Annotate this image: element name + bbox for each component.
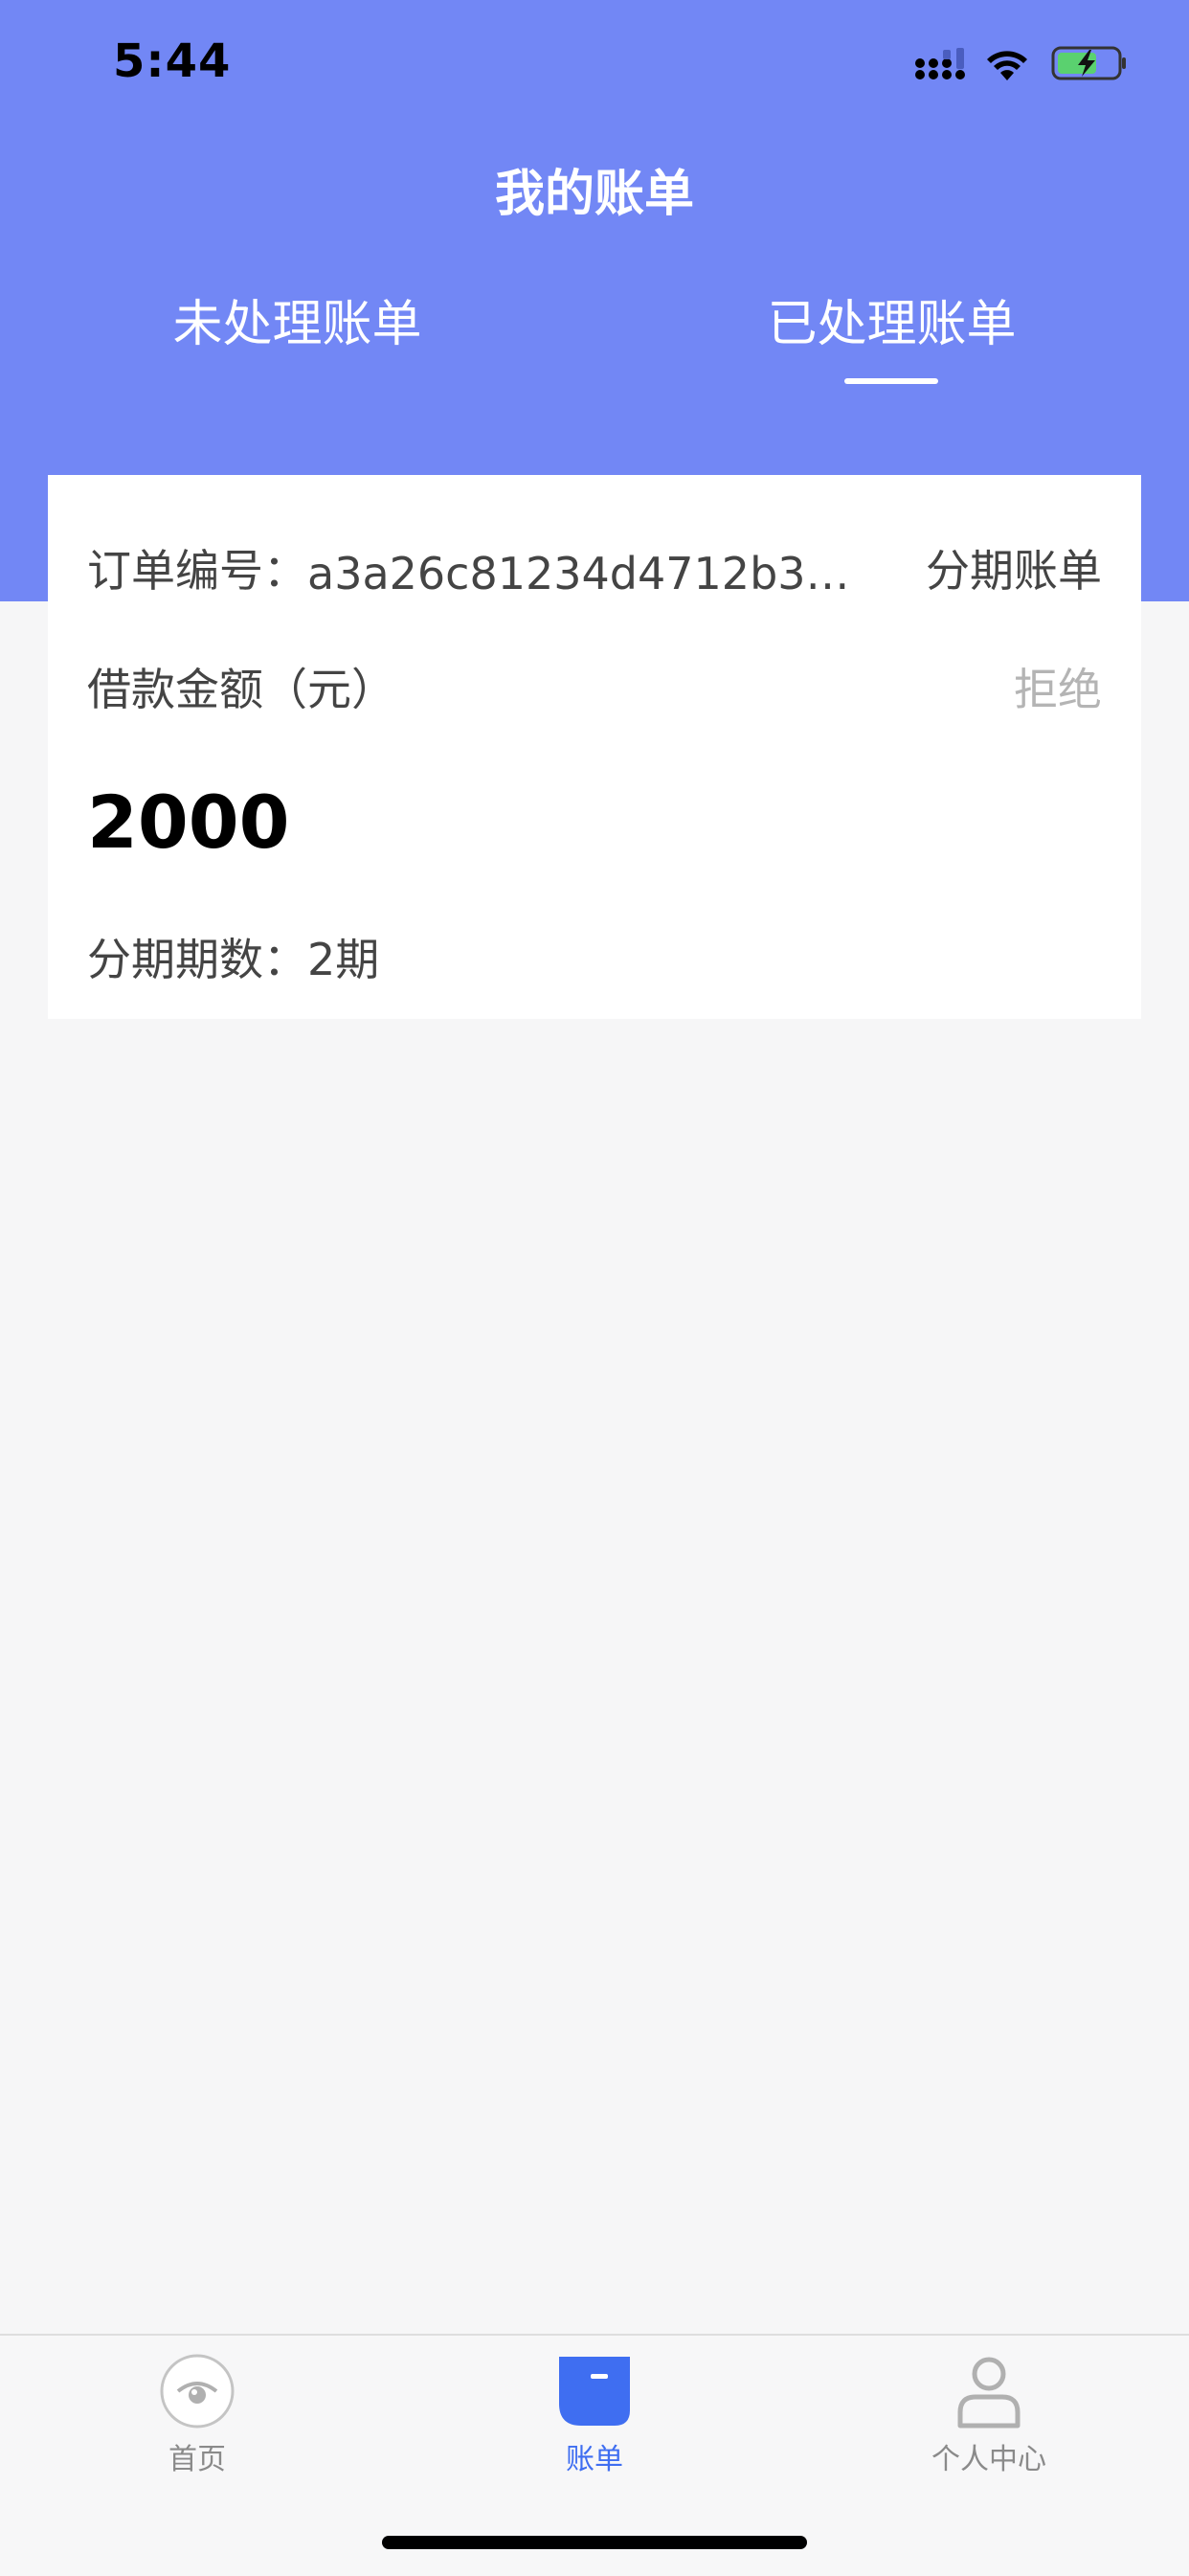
tabbar-label-bill: 账单 (566, 2443, 623, 2476)
loan-amount-value: 2000 (87, 780, 290, 865)
tab-processed-bills[interactable]: 已处理账单 (594, 283, 1189, 355)
home-eye-icon (160, 2354, 235, 2429)
installment-count-label: 分期期数： (87, 934, 307, 985)
wifi-icon (987, 51, 1027, 80)
bill-type-label: 分期账单 (926, 545, 1102, 597)
home-indicator[interactable] (382, 2536, 807, 2549)
bill-card[interactable]: 订单编号：a3a26c81234d4712b316... 分期账单 借款金额（元… (48, 475, 1141, 1019)
loan-amount-label: 借款金额（元） (87, 664, 395, 715)
order-row: 订单编号：a3a26c81234d4712b316... 分期账单 (87, 536, 1102, 599)
status-time: 5:44 (113, 34, 232, 88)
tabbar-label-home: 首页 (168, 2443, 226, 2476)
status-badge: 拒绝 (1014, 664, 1102, 715)
profile-icon (957, 2357, 1021, 2429)
installment-row: 分期期数：2期 (87, 925, 1102, 988)
tab-unprocessed-bills[interactable]: 未处理账单 (0, 283, 594, 355)
tabbar-item-profile[interactable]: 个人中心 (874, 2353, 1104, 2477)
tabbar-item-home[interactable]: 首页 (82, 2353, 312, 2477)
bill-icon (559, 2357, 630, 2426)
battery-charging-icon (1051, 46, 1126, 80)
tabbar-item-bill[interactable]: 账单 (480, 2353, 709, 2477)
cellular-signal-icon (915, 48, 965, 79)
active-tab-indicator (844, 378, 938, 384)
page-title: 我的账单 (494, 166, 694, 223)
tabbar-label-profile: 个人中心 (931, 2443, 1046, 2476)
amount-row: 借款金额（元） 拒绝 (87, 655, 1102, 718)
order-number-label: 订单编号： (87, 545, 307, 597)
installment-count-value: 2期 (307, 934, 380, 985)
order-number-value: a3a26c81234d4712b316... (307, 548, 872, 599)
